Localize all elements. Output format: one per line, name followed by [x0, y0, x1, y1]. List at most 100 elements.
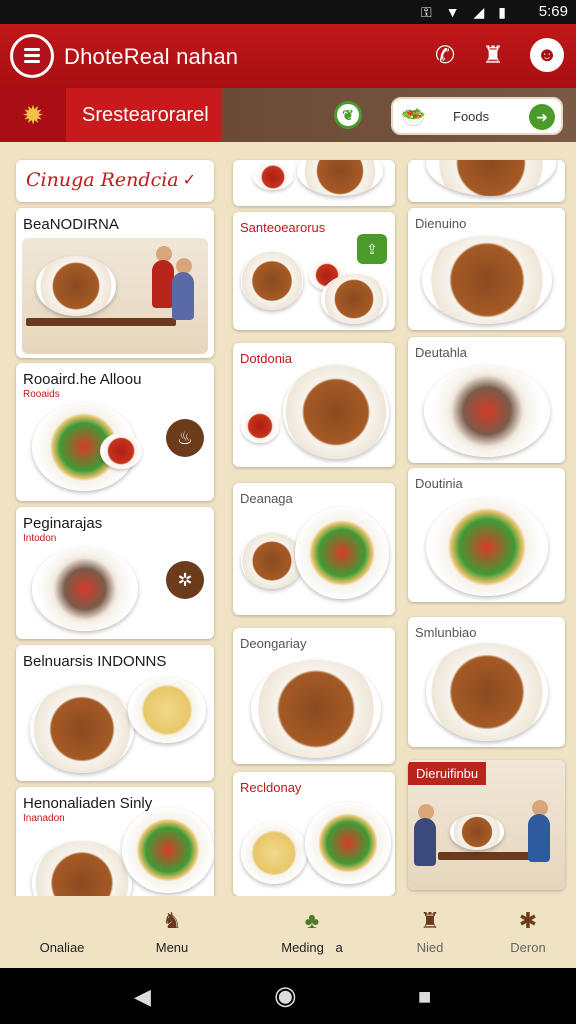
noodle-bowl-image — [128, 677, 206, 743]
sauce-bowl-image — [253, 164, 293, 190]
status-icons: ⚿ ▼ ◢ ▮ — [421, 4, 506, 21]
salad-image — [122, 807, 214, 893]
card-title: Belnuarsis INDONNS — [23, 653, 167, 670]
food-card[interactable] — [233, 160, 395, 206]
mascot-avatar-icon[interactable]: ☻ — [530, 38, 564, 72]
food-card[interactable]: Dienuino — [408, 208, 565, 330]
hamburger-menu-button[interactable] — [10, 34, 54, 78]
sauce-bowl-image — [100, 433, 142, 469]
food-card[interactable]: Deanaga — [233, 483, 395, 615]
nav-label: Deron — [510, 940, 546, 955]
nav-label: Menu — [155, 940, 189, 955]
tomato-bowl-image — [305, 802, 391, 884]
nav-label: Nied — [416, 940, 444, 955]
home-circle-icon[interactable]: ◉ — [274, 980, 297, 1011]
card-title: Dotdonia — [240, 351, 293, 366]
food-image — [241, 533, 303, 589]
food-card[interactable]: Smlunbiao — [408, 617, 565, 747]
food-card[interactable] — [408, 160, 565, 202]
chevron-down-icon: ✓ — [182, 172, 196, 189]
card-title: Deanaga — [240, 491, 293, 506]
app-bar: DhoteReal nahan ✆ ♜ ☻ — [0, 24, 576, 88]
nav-item-meding[interactable]: ♣ Meding a — [262, 896, 362, 968]
food-image — [426, 160, 556, 196]
food-card[interactable]: Peginarajas Intodon ✲ — [16, 507, 214, 639]
sauce-bowl-image — [241, 409, 279, 443]
section-heading-card[interactable]: Cinuga Rendcia ✓ — [16, 160, 214, 202]
sun-logo-icon[interactable]: ✹ — [0, 88, 66, 142]
nav-item-nied[interactable]: ♜ Nied — [380, 896, 480, 968]
food-image — [30, 685, 134, 773]
food-card[interactable]: Santeoearorus ⇪ — [233, 212, 395, 330]
share-icon[interactable]: ⇪ — [357, 234, 387, 264]
foods-label: Foods — [453, 109, 490, 124]
nav-item-home[interactable]: Onaliae — [12, 896, 112, 968]
food-card[interactable]: Recldonay — [233, 772, 395, 896]
bottom-navigation: Onaliae ♞ Menu ♣ Meding a ♜ Nied ✱ Deron — [0, 896, 576, 968]
restaurant-title: Srestearorarel — [82, 104, 209, 126]
food-image — [241, 252, 303, 310]
cake-icon: ♜ — [420, 908, 440, 933]
key-icon: ⚿ — [420, 4, 432, 20]
food-image — [283, 365, 389, 459]
system-navigation-bar: ◀ ◉ ■ — [0, 968, 576, 1024]
food-card[interactable]: Dotdonia — [233, 343, 395, 467]
card-title: Dieruifinbu — [408, 762, 487, 785]
food-image — [426, 498, 548, 596]
section-heading: Cinuga Rendcia — [26, 169, 179, 191]
salad-image — [295, 507, 389, 599]
food-card[interactable]: Deutahla — [408, 337, 565, 463]
foods-button[interactable]: 🥗 Foods ➜ — [391, 97, 563, 135]
status-time: 5:69 — [538, 3, 568, 20]
card-title: Deongariay — [240, 636, 307, 651]
cooking-pot-icon[interactable]: ♨ — [166, 419, 204, 457]
card-title: BeaNODIRNA — [23, 216, 119, 233]
food-image — [424, 365, 550, 457]
card-subtitle: Intodon — [23, 533, 57, 544]
card-title: Deutahla — [415, 345, 468, 360]
recents-icon[interactable]: ■ — [418, 984, 431, 1010]
noodle-bowl-image — [241, 822, 307, 884]
dish-icon: ♣ — [304, 908, 320, 933]
leaf-filter-button[interactable]: ❦ — [334, 101, 362, 129]
nav-item-deron[interactable]: ✱ Deron — [478, 896, 576, 968]
nav-label: Onaliae — [39, 940, 85, 955]
card-title: Santeoearorus — [240, 220, 326, 235]
food-image — [422, 236, 552, 324]
food-image — [297, 160, 383, 196]
nav-label: Meding a — [281, 940, 343, 955]
signal-icon: ◢ — [473, 4, 485, 20]
card-title: Dienuino — [415, 216, 467, 231]
card-title: Rooaird.he Alloou — [23, 371, 142, 388]
arrow-icon: ➜ — [529, 104, 555, 130]
card-title: Recldonay — [240, 780, 302, 795]
fried-food-image — [321, 274, 387, 324]
nav-badge: a — [335, 940, 343, 955]
food-card[interactable]: Rooaird.he Alloou Rooaids ♨ — [16, 363, 214, 501]
dining-scene-image — [22, 238, 208, 354]
food-image — [426, 643, 548, 741]
food-card[interactable]: Dieruifinbu — [408, 760, 565, 890]
card-title: Peginarajas — [23, 515, 103, 532]
chef-hat-icon[interactable]: ♜ — [476, 38, 510, 72]
menu-book-icon: ♞ — [162, 908, 182, 933]
food-image — [251, 660, 381, 758]
back-icon[interactable]: ◀ — [134, 984, 151, 1010]
card-subtitle: Rooaids — [23, 389, 60, 400]
food-card[interactable]: BeaNODIRNA — [16, 208, 214, 358]
star-icon: ✱ — [518, 908, 538, 933]
phone-icon[interactable]: ✆ — [428, 38, 462, 72]
card-title: Smlunbiao — [415, 625, 477, 640]
leaf-icon: ❦ — [334, 101, 362, 129]
food-thumbnail-icon: 🥗 — [401, 107, 426, 129]
food-card[interactable]: Belnuarsis INDONNS — [16, 645, 214, 781]
card-title: Henonaliaden Sinly — [23, 795, 153, 812]
battery-icon: ▮ — [498, 4, 506, 20]
food-card[interactable]: Deongariay — [233, 628, 395, 764]
status-bar: ⚿ ▼ ◢ ▮ 5:69 — [0, 0, 576, 24]
settings-icon[interactable]: ✲ — [166, 561, 204, 599]
food-card[interactable]: Doutinia — [408, 468, 565, 602]
app-title: DhoteReal nahan — [64, 44, 239, 69]
card-title: Doutinia — [415, 476, 463, 491]
nav-item-menu[interactable]: ♞ Menu — [122, 896, 222, 968]
